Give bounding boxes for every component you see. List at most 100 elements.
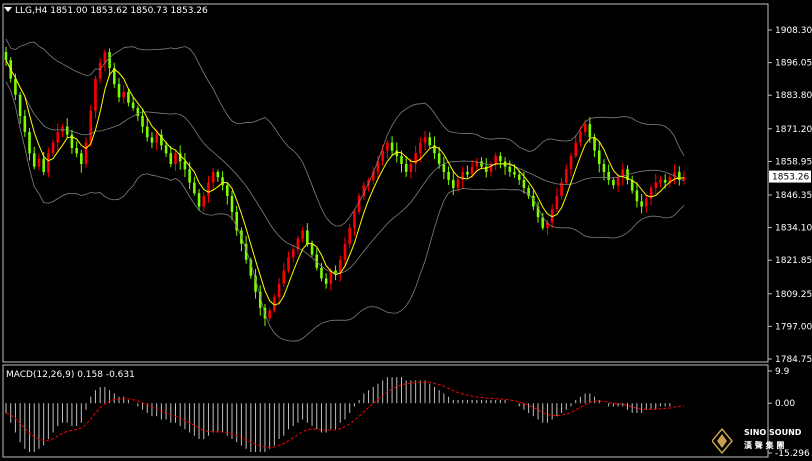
candle-body — [211, 171, 215, 183]
candle-body — [414, 153, 417, 164]
candle-body — [494, 155, 497, 164]
trading-terminal: 1908.30 1896.05 1883.80 1871.20 1858.95 1846.… — [0, 0, 812, 461]
high-value: 1853.62 — [90, 6, 128, 16]
candle-body — [616, 177, 620, 186]
price-pane — [2, 3, 769, 363]
candle-body — [447, 171, 450, 180]
candle-body — [645, 198, 648, 207]
candle-body — [277, 283, 281, 298]
candle-body — [564, 169, 568, 183]
candle-body — [136, 108, 140, 117]
candle-body — [404, 163, 408, 172]
candle-body — [579, 131, 582, 143]
chart-canvas[interactable]: 1908.30 1896.05 1883.80 1871.20 1858.95 1846.… — [0, 0, 812, 461]
candle-body — [381, 150, 384, 162]
candle-body — [32, 153, 36, 167]
candle-body — [23, 116, 27, 132]
candle-body — [419, 142, 422, 154]
candle-body — [80, 153, 83, 164]
candle-body — [122, 92, 126, 98]
open-value: 1851.00 — [50, 6, 88, 16]
dropdown-triangle-icon[interactable] — [4, 7, 12, 12]
candle-body — [437, 153, 441, 164]
price-pane-border — [2, 3, 769, 363]
candle-body — [324, 278, 328, 284]
price-tick-label: 1883.80 — [775, 91, 812, 101]
candle-body — [207, 182, 210, 196]
candle-body — [386, 142, 389, 151]
candle-body — [193, 182, 196, 194]
candle-body — [75, 147, 78, 154]
candle-body — [183, 161, 187, 170]
symbol-label: LLG,H4 — [15, 6, 48, 16]
candle-body — [174, 153, 177, 164]
candle-body — [517, 174, 521, 180]
candle-body — [306, 230, 309, 244]
candle-body — [108, 52, 111, 69]
candle-body — [84, 142, 88, 164]
price-tick-label: 1784.75 — [775, 355, 812, 365]
candle-body — [602, 163, 606, 172]
candle-body — [583, 124, 587, 132]
candle-body — [588, 124, 592, 138]
candle-body — [14, 78, 17, 95]
candle-body — [310, 243, 314, 255]
candle-body — [659, 179, 662, 183]
candle-body — [353, 211, 356, 228]
macd-header: MACD(12,26,9) 0.158 -0.631 — [6, 370, 135, 380]
candle-body — [390, 142, 394, 151]
candle-body — [451, 179, 455, 188]
candle-body — [499, 155, 502, 162]
candle-body — [480, 161, 483, 167]
candle-body — [612, 179, 615, 186]
candle-body — [141, 116, 144, 127]
candle-body — [329, 270, 333, 284]
candle-body — [456, 179, 460, 188]
candle-body — [640, 201, 643, 207]
candle-body — [569, 155, 573, 170]
price-tick-label: 1821.85 — [775, 256, 812, 266]
candle-body — [635, 190, 639, 202]
candle-body — [654, 182, 658, 188]
candle-body — [131, 102, 135, 109]
moving-average-line — [5, 59, 685, 306]
price-axis: 1908.30 1896.05 1883.80 1871.20 1858.95 1846.… — [768, 26, 812, 365]
candle-body — [291, 249, 295, 258]
candle-body — [282, 270, 286, 284]
candle-body — [127, 92, 130, 103]
candle-body — [522, 179, 526, 188]
candle-body — [597, 150, 601, 164]
candle-body — [423, 137, 427, 143]
candle-body — [287, 257, 290, 271]
candle-body — [428, 137, 432, 146]
candle-body — [89, 110, 93, 143]
candle-body — [216, 171, 220, 178]
price-tick-label: 1846.35 — [775, 191, 812, 201]
candle-body — [4, 52, 8, 61]
price-tick-label: 1809.25 — [775, 290, 812, 300]
candle-body — [593, 137, 596, 151]
candle-body — [225, 185, 229, 196]
macd-tick-label: 0.00 — [775, 399, 795, 409]
macd-tick-label: 9.9 — [775, 367, 790, 377]
candle-body — [348, 227, 352, 244]
candle-body — [188, 169, 191, 183]
candle-body — [574, 142, 578, 156]
symbol-header[interactable]: LLG,H4 1851.00 1853.62 1850.73 1853.26 — [4, 6, 208, 16]
candle-body — [607, 171, 610, 180]
candle-body — [145, 126, 149, 138]
close-value: 1853.26 — [170, 6, 208, 16]
price-tick-label: 1797.00 — [775, 322, 812, 332]
price-tick-label: 1896.05 — [775, 59, 812, 69]
candle-body — [51, 142, 55, 154]
candle-body — [150, 137, 154, 143]
price-tick-label: 1834.10 — [775, 224, 812, 234]
candle-body — [197, 193, 201, 207]
candle-body — [230, 195, 234, 212]
candle-body — [117, 84, 121, 98]
candle-body — [513, 171, 516, 175]
candle-body — [409, 163, 413, 172]
price-tick-label: 1858.95 — [775, 157, 812, 167]
candle-body — [320, 267, 323, 279]
bollinger-lower-line — [5, 81, 685, 342]
